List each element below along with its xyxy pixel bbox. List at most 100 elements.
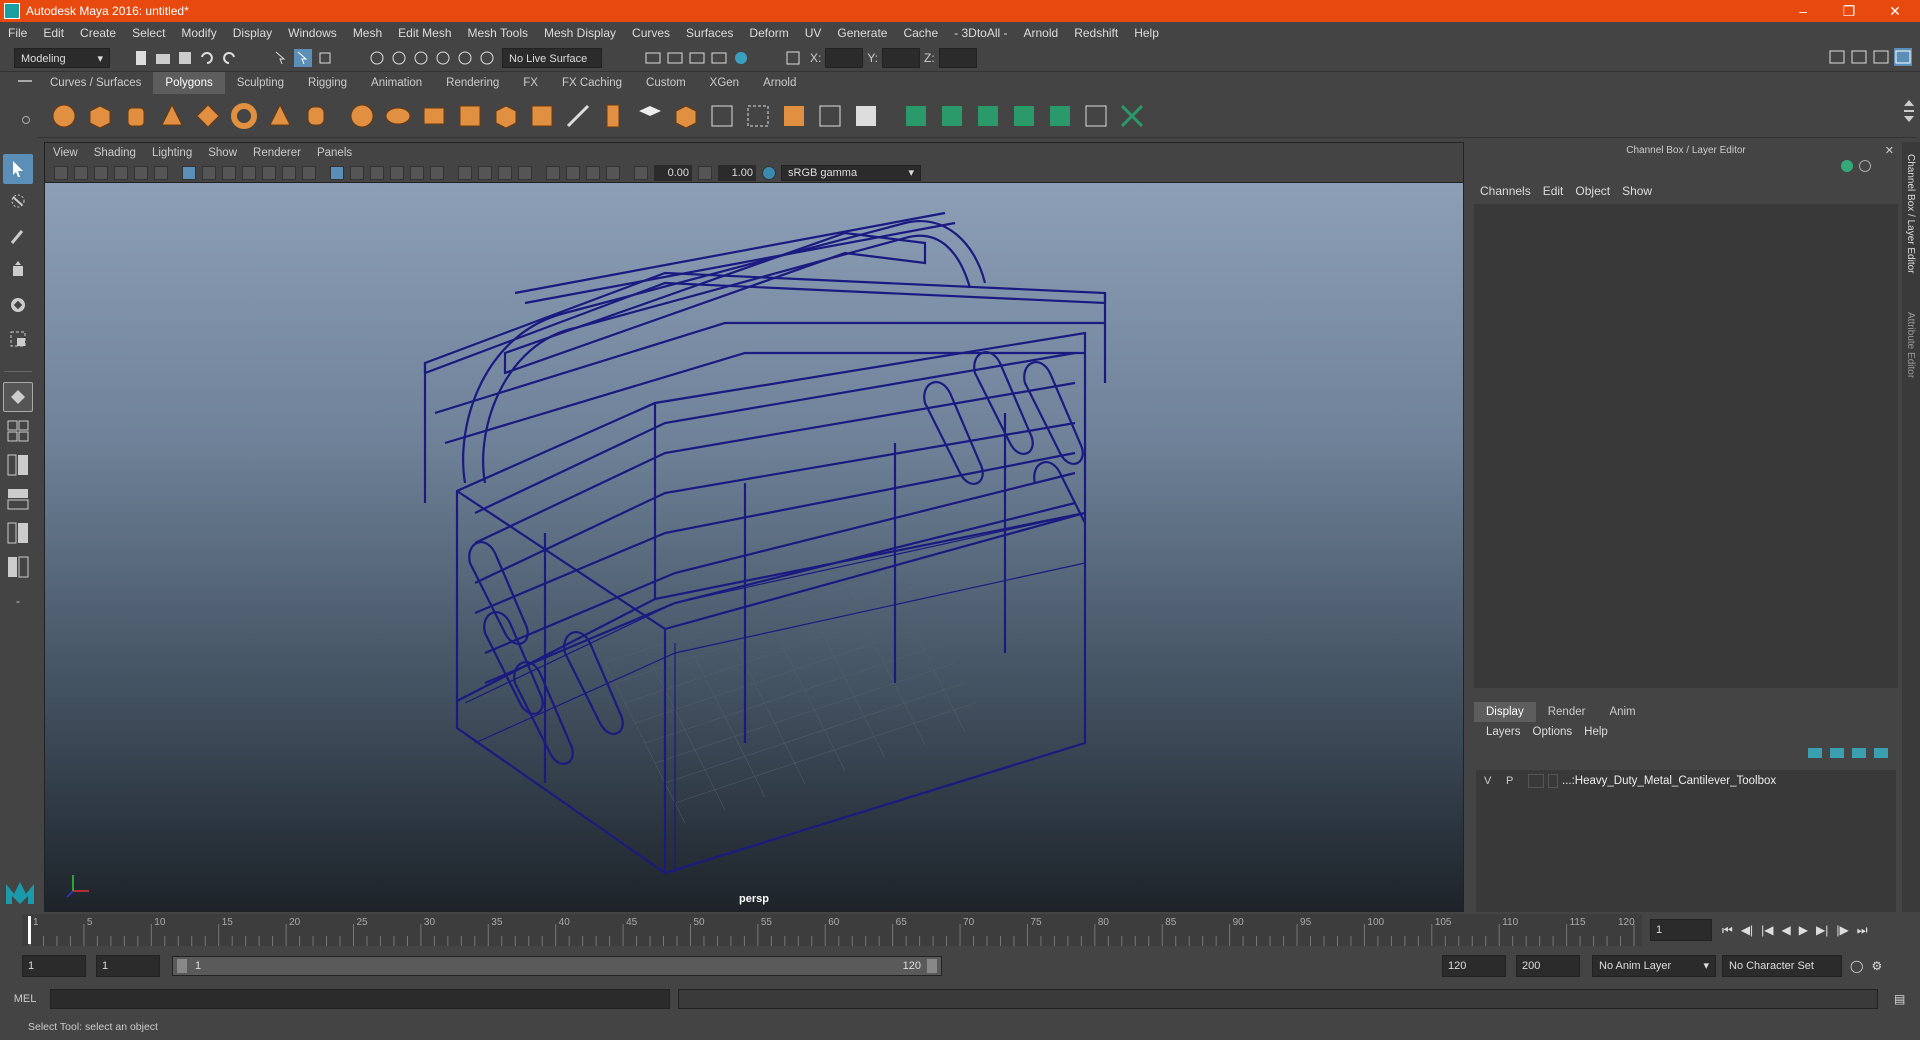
exposure-icon[interactable]	[634, 165, 648, 180]
viewport-menu-panels[interactable]: Panels	[309, 143, 360, 163]
fill-hole-icon[interactable]	[815, 101, 845, 131]
menu-item-windows[interactable]: Windows	[280, 22, 345, 44]
current-time-marker[interactable]	[28, 916, 31, 944]
camera-select-icon[interactable]	[54, 165, 68, 180]
layer-menu-options[interactable]: Options	[1527, 726, 1579, 738]
select-tool-icon[interactable]	[3, 154, 33, 184]
scale-tool-icon[interactable]	[3, 324, 33, 354]
go-to-start-icon[interactable]: ⏮	[1722, 923, 1733, 938]
uv-unfold-icon[interactable]	[1045, 101, 1075, 131]
move-tool-icon[interactable]	[3, 256, 33, 286]
range-slider-end-handle[interactable]	[927, 959, 937, 973]
safe-title-icon[interactable]	[302, 165, 316, 180]
menu-item-modify[interactable]: Modify	[173, 22, 224, 44]
range-slider[interactable]: 1 120	[172, 956, 942, 976]
uv-automatic-icon[interactable]	[1009, 101, 1039, 131]
step-back-frame-icon[interactable]: ◀|	[1741, 923, 1753, 937]
menu-item-mesh[interactable]: Mesh	[345, 22, 390, 44]
uv-spherical-icon[interactable]	[973, 101, 1003, 131]
safe-action-icon[interactable]	[282, 165, 296, 180]
xray-joints-icon[interactable]	[586, 165, 600, 180]
open-scene-icon[interactable]	[154, 49, 172, 67]
shelf-tab-custom[interactable]: Custom	[634, 72, 698, 94]
shelf-menu-icon[interactable]	[18, 80, 32, 82]
layer-color-swatch[interactable]	[1528, 774, 1544, 788]
smooth-icon[interactable]	[419, 101, 449, 131]
shelf-tab-arnold[interactable]: Arnold	[751, 72, 808, 94]
layer-menu-layers[interactable]: Layers	[1480, 726, 1527, 738]
transform-mode-icon[interactable]	[784, 49, 802, 67]
shelf-tab-polygons[interactable]: Polygons	[153, 72, 225, 94]
grease-pencil-icon[interactable]	[154, 165, 168, 180]
range-start-input[interactable]: 1	[22, 955, 86, 977]
menu-item-cache[interactable]: Cache	[895, 22, 946, 44]
smooth-shading-icon[interactable]	[350, 165, 364, 180]
menu-item-mesh-tools[interactable]: Mesh Tools	[460, 22, 536, 44]
scene-view[interactable]: persp	[45, 183, 1463, 911]
poly-cone-icon[interactable]	[157, 101, 187, 131]
render-frame-icon[interactable]	[666, 49, 684, 67]
poly-pyramid-icon[interactable]	[265, 101, 295, 131]
persp-uv-layout-icon[interactable]	[3, 552, 33, 582]
menu-item-help[interactable]: Help	[1126, 22, 1167, 44]
bevel-icon[interactable]	[563, 101, 593, 131]
poly-pipe-icon[interactable]	[301, 101, 331, 131]
attribute-editor-toggle-icon[interactable]	[1850, 48, 1868, 66]
shelf-tab-animation[interactable]: Animation	[359, 72, 434, 94]
film-gate-icon[interactable]	[202, 165, 216, 180]
grid-toggle-icon[interactable]	[182, 165, 196, 180]
xray-icon[interactable]	[566, 165, 580, 180]
poly-cylinder-icon[interactable]	[121, 101, 151, 131]
menu-item-edit-mesh[interactable]: Edit Mesh	[390, 22, 459, 44]
layer-name[interactable]: ...:Heavy_Duty_Metal_Cantilever_Toolbox	[1562, 775, 1776, 787]
step-forward-frame-icon[interactable]: |▶	[1836, 923, 1848, 937]
ipr-render-icon[interactable]	[688, 49, 706, 67]
minimize-button[interactable]: –	[1780, 0, 1826, 22]
wireframe-on-shaded-icon[interactable]	[370, 165, 384, 180]
select-hierarchy-icon[interactable]	[272, 49, 290, 67]
menu-item-deform[interactable]: Deform	[741, 22, 796, 44]
merge-icon[interactable]	[851, 101, 881, 131]
lasso-tool-icon[interactable]	[3, 188, 33, 218]
menu-item-file[interactable]: File	[0, 22, 35, 44]
select-component-icon[interactable]	[316, 49, 334, 67]
uv-cut-icon[interactable]	[1117, 101, 1147, 131]
shelf-scroll-icon[interactable]	[1904, 100, 1914, 132]
camera-attributes-icon[interactable]	[74, 165, 88, 180]
move-layer-down-icon[interactable]	[1830, 748, 1844, 758]
collapse-icon[interactable]	[779, 101, 809, 131]
viewport-menu-view[interactable]: View	[45, 143, 86, 163]
paint-select-tool-icon[interactable]	[3, 222, 33, 252]
shelf-tab-rendering[interactable]: Rendering	[434, 72, 511, 94]
channel-box-menu-show[interactable]: Show	[1616, 180, 1658, 202]
perspective-viewport[interactable]: View Shading Lighting Show Renderer Panels	[44, 142, 1464, 912]
menu-item-display[interactable]: Display	[225, 22, 280, 44]
gamma-icon[interactable]	[698, 165, 712, 180]
shadows-icon[interactable]	[430, 165, 444, 180]
channel-box-menu-channels[interactable]: Channels	[1474, 180, 1537, 202]
layer-menu-help[interactable]: Help	[1578, 726, 1614, 738]
shelf-tab-curves-surfaces[interactable]: Curves / Surfaces	[38, 72, 153, 94]
exposure-input[interactable]: 0.00	[654, 164, 692, 181]
shelf-tab-rigging[interactable]: Rigging	[296, 72, 359, 94]
command-input[interactable]	[50, 989, 670, 1009]
viewport-menu-lighting[interactable]: Lighting	[144, 143, 200, 163]
bridge-icon[interactable]	[527, 101, 557, 131]
anim-layer-dropdown[interactable]: No Anim Layer ▾	[1592, 955, 1716, 977]
wireframe-shading-icon[interactable]	[330, 165, 344, 180]
layer-type-toggle[interactable]	[1548, 774, 1558, 788]
viewport-menu-renderer[interactable]: Renderer	[245, 143, 309, 163]
rotate-tool-icon[interactable]	[3, 290, 33, 320]
view-transform-dropdown[interactable]: sRGB gamma ▾	[781, 164, 921, 181]
channel-box-side-tab[interactable]: Channel Box / Layer Editor	[1905, 154, 1916, 274]
step-forward-key-icon[interactable]: ▶|	[1816, 923, 1828, 937]
image-plane-icon[interactable]	[114, 165, 128, 180]
four-view-layout-icon[interactable]	[3, 416, 33, 446]
poly-cube-icon[interactable]	[85, 101, 115, 131]
menu-item-mesh-display[interactable]: Mesh Display	[536, 22, 624, 44]
save-scene-icon[interactable]	[176, 49, 194, 67]
render-view-icon[interactable]	[644, 49, 662, 67]
new-layer-icon[interactable]	[1852, 748, 1866, 758]
close-button[interactable]: ✕	[1872, 0, 1918, 22]
two-d-pan-zoom-icon[interactable]	[134, 165, 148, 180]
